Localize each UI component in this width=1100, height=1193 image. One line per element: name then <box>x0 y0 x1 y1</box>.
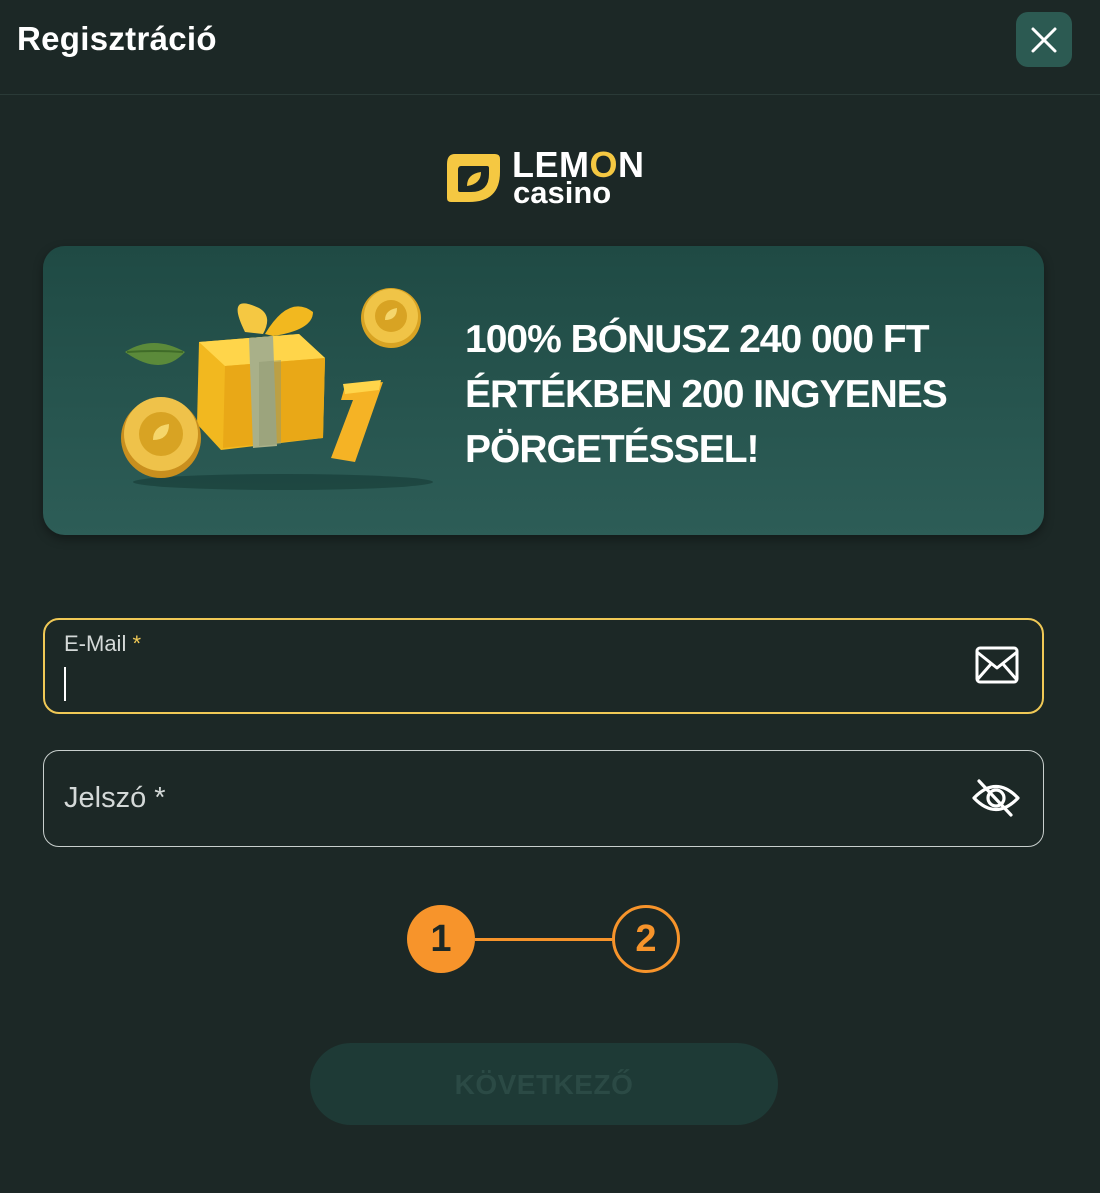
promo-headline: 100% BÓNUSZ 240 000 FT ÉRTÉKBEN 200 INGY… <box>465 312 1025 477</box>
modal-title: Regisztráció <box>17 20 217 57</box>
promo-line-3: PÖRGETÉSSEL! <box>465 428 760 471</box>
step-connector <box>475 938 612 941</box>
step-2: 2 <box>612 905 680 973</box>
close-icon <box>1031 27 1057 53</box>
required-mark: * <box>132 631 142 656</box>
welcome-bonus-banner: 100% BÓNUSZ 240 000 FT ÉRTÉKBEN 200 INGY… <box>43 246 1044 535</box>
envelope-icon <box>975 646 1019 684</box>
step-1: 1 <box>407 905 475 973</box>
password-field[interactable]: Jelszó * <box>43 750 1044 847</box>
next-button[interactable]: KÖVETKEZŐ <box>310 1043 778 1125</box>
close-button[interactable] <box>1016 12 1072 67</box>
logo-word-casino: casino <box>513 175 612 210</box>
password-label: Jelszó * <box>64 782 166 814</box>
text-caret <box>64 667 66 701</box>
modal-header: Regisztráció <box>0 0 1100 95</box>
eye-off-icon[interactable] <box>971 777 1021 819</box>
lemon-logo-icon <box>447 154 500 202</box>
email-label: E-Mail * <box>64 631 142 656</box>
promo-line-1: 100% BÓNUSZ 240 000 FT <box>465 318 930 361</box>
promo-line-2: ÉRTÉKBEN 200 INGYENES <box>465 373 948 416</box>
lemon-casino-logo: LEMON casino <box>445 147 655 209</box>
gift-coins-illustration <box>121 288 433 490</box>
registration-stepper: 1 2 <box>407 905 682 975</box>
email-field[interactable]: E-Mail * <box>43 618 1044 714</box>
